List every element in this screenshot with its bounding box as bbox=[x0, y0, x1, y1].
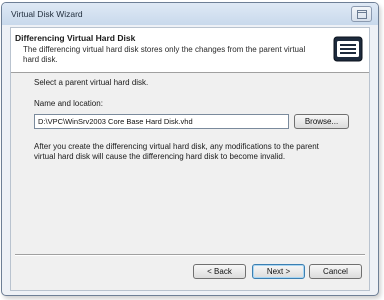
next-button[interactable]: Next > bbox=[252, 264, 305, 279]
page-title: Differencing Virtual Hard Disk bbox=[15, 33, 136, 43]
close-button[interactable] bbox=[351, 6, 372, 22]
footer-separator bbox=[15, 254, 365, 256]
wizard-header: Differencing Virtual Hard Disk The diffe… bbox=[11, 28, 369, 73]
back-button[interactable]: < Back bbox=[193, 264, 246, 279]
parent-disk-path-input[interactable]: D:\VPC\WinSrv2003 Core Base Hard Disk.vh… bbox=[34, 114, 289, 129]
hard-disk-icon bbox=[333, 36, 363, 62]
name-location-label: Name and location: bbox=[34, 99, 103, 108]
wizard-content: Differencing Virtual Hard Disk The diffe… bbox=[10, 27, 370, 291]
cancel-button[interactable]: Cancel bbox=[309, 264, 362, 279]
page-description: The differencing virtual hard disk store… bbox=[23, 45, 306, 64]
window-title: Virtual Disk Wizard bbox=[11, 9, 83, 19]
warning-info-text: After you create the differencing virtua… bbox=[34, 142, 319, 161]
select-parent-prompt: Select a parent virtual hard disk. bbox=[34, 78, 149, 87]
title-bar: Virtual Disk Wizard bbox=[2, 3, 378, 25]
wizard-window: Virtual Disk Wizard Differencing Virtual… bbox=[1, 2, 379, 296]
close-icon bbox=[357, 10, 367, 19]
browse-button[interactable]: Browse... bbox=[294, 114, 349, 129]
